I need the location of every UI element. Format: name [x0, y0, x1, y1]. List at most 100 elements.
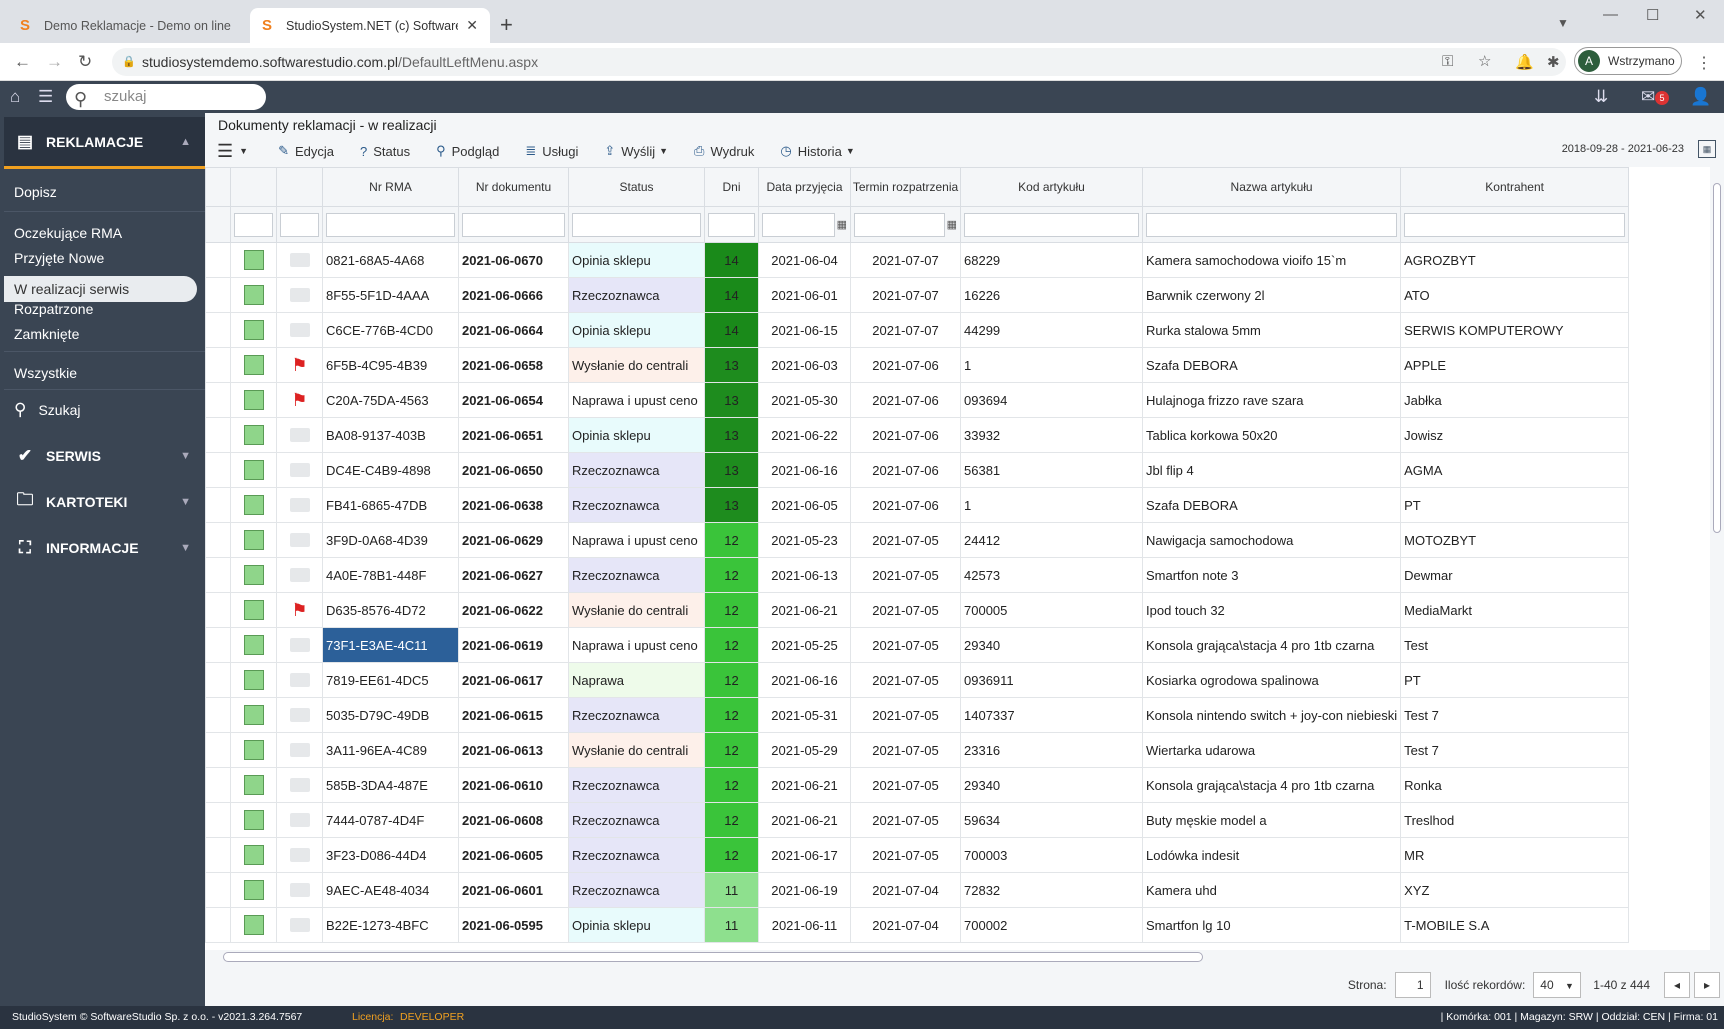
profile-button[interactable]: A Wstrzymano — [1574, 47, 1682, 75]
row-flag[interactable] — [276, 522, 323, 558]
row-flag[interactable] — [276, 802, 323, 838]
row-flag[interactable] — [276, 627, 323, 663]
blank-flag-icon[interactable] — [289, 253, 310, 267]
blank-flag-icon[interactable] — [289, 848, 310, 862]
filter-input-kontrahent[interactable] — [1404, 212, 1626, 237]
col-header-status[interactable]: Status — [568, 167, 705, 207]
status-checkbox[interactable] — [243, 565, 264, 585]
blank-flag-icon[interactable] — [289, 428, 310, 442]
table-row[interactable]: FB41-6865-47DB 2021-06-0638 Rzeczoznawca 13… — [205, 487, 1630, 523]
history-button[interactable]: ◷ Historia ▼ — [780, 143, 854, 159]
status-checkbox[interactable] — [243, 320, 264, 340]
row-checkbox[interactable] — [230, 242, 277, 278]
status-checkbox[interactable] — [243, 705, 264, 725]
row-flag[interactable] — [276, 312, 323, 348]
row-checkbox[interactable] — [230, 837, 277, 873]
filter-input-nr-dokumentu[interactable] — [462, 212, 565, 237]
status-checkbox[interactable] — [243, 670, 264, 690]
table-row[interactable]: 3A11-96EA-4C89 2021-06-0613 Wysłanie do ce… — [205, 732, 1630, 768]
blank-flag-icon[interactable] — [289, 708, 310, 722]
col-header-data-przyjecia[interactable]: Data przyjęcia — [758, 167, 851, 207]
table-row[interactable]: 7444-0787-4D4F 2021-06-0608 Rzeczoznawca 12… — [205, 802, 1630, 838]
forward-icon[interactable]: → — [46, 52, 63, 72]
row-flag[interactable] — [276, 487, 323, 523]
calendar-icon[interactable]: ▦ — [947, 218, 957, 231]
row-checkbox[interactable] — [230, 312, 277, 348]
blank-flag-icon[interactable] — [289, 638, 310, 652]
blank-flag-icon[interactable] — [289, 533, 310, 547]
status-checkbox[interactable] — [243, 880, 264, 900]
row-flag[interactable] — [276, 242, 323, 278]
sidebar-item-szukaj[interactable]: ⚲ Szukaj — [14, 400, 80, 420]
table-row[interactable]: ⚑ 6F5B-4C95-4B39 2021-06-0658 Wysłanie do c… — [205, 347, 1630, 383]
table-row[interactable]: 585B-3DA4-487E 2021-06-0610 Rzeczoznawca 12… — [205, 767, 1630, 803]
bell-icon[interactable]: 🔔 — [1515, 53, 1534, 71]
sidebar-item-zamkniete[interactable]: Zamknięte — [14, 326, 79, 342]
inbox-icon[interactable]: ⇊ — [1594, 87, 1608, 107]
filter-input-nr-rma[interactable] — [326, 212, 455, 237]
sidebar-item-dopisz[interactable]: Dopisz — [14, 184, 57, 200]
list-menu-icon[interactable]: ☰ — [38, 87, 53, 107]
col-header-nazwa[interactable]: Nazwa artykułu — [1141, 167, 1402, 207]
row-checkbox[interactable] — [230, 662, 277, 698]
row-flag[interactable] — [276, 452, 323, 488]
row-checkbox[interactable] — [230, 417, 277, 453]
row-checkbox[interactable] — [230, 872, 277, 908]
browser-tab[interactable]: S Demo Reklamacje - Demo on line — [8, 8, 248, 43]
new-tab-button[interactable]: + — [500, 12, 513, 38]
filter-input[interactable] — [234, 212, 273, 237]
row-checkbox[interactable] — [230, 557, 277, 593]
maximize-icon[interactable]: ☐ — [1646, 6, 1659, 24]
row-flag[interactable] — [276, 767, 323, 803]
blank-flag-icon[interactable] — [289, 463, 310, 477]
blank-flag-icon[interactable] — [289, 568, 310, 582]
row-flag[interactable] — [276, 907, 323, 943]
row-flag[interactable] — [276, 557, 323, 593]
status-checkbox[interactable] — [243, 775, 264, 795]
bookmark-star-icon[interactable]: ☆ — [1478, 48, 1491, 76]
status-checkbox[interactable] — [243, 845, 264, 865]
extensions-icon[interactable]: ✱ — [1547, 53, 1560, 71]
row-flag[interactable]: ⚑ — [276, 347, 323, 383]
status-checkbox[interactable] — [243, 740, 264, 760]
blank-flag-icon[interactable] — [289, 918, 310, 932]
status-checkbox[interactable] — [243, 635, 264, 655]
browser-tab-active[interactable]: S StudioSystem.NET (c) SoftwareStudio ✕ — [250, 8, 490, 43]
sidebar-item-przyjete[interactable]: Przyjęte Nowe — [14, 250, 104, 266]
table-row[interactable]: 3F23-D086-44D4 2021-06-0605 Rzeczoznawca 12… — [205, 837, 1630, 873]
browser-menu-icon[interactable]: ⋮ — [1696, 53, 1712, 73]
horizontal-scrollbar[interactable] — [205, 950, 1710, 964]
print-button[interactable]: ⎙ Wydruk — [694, 143, 754, 159]
minimize-icon[interactable]: — — [1603, 6, 1618, 23]
filter-input-data-przyjecia[interactable] — [762, 212, 835, 237]
status-checkbox[interactable] — [243, 390, 264, 410]
table-row[interactable]: 3F9D-0A68-4D39 2021-06-0629 Naprawa i upus… — [205, 522, 1630, 558]
row-checkbox[interactable] — [230, 347, 277, 383]
col-header-dni[interactable]: Dni — [704, 167, 759, 207]
row-checkbox[interactable] — [230, 277, 277, 313]
blank-flag-icon[interactable] — [289, 498, 310, 512]
row-flag[interactable] — [276, 732, 323, 768]
row-flag[interactable] — [276, 872, 323, 908]
row-flag[interactable]: ⚑ — [276, 592, 323, 628]
status-checkbox[interactable] — [243, 355, 264, 375]
sidebar-item-rozpatrzone[interactable]: Rozpatrzone — [14, 301, 93, 317]
row-checkbox[interactable] — [230, 732, 277, 768]
row-checkbox[interactable] — [230, 767, 277, 803]
row-flag[interactable] — [276, 417, 323, 453]
hamburger-menu-icon[interactable]: ☰ ▼ — [217, 141, 248, 162]
row-checkbox[interactable] — [230, 382, 277, 418]
table-row[interactable]: BA08-9137-403B 2021-06-0651 Opinia sklepu 1… — [205, 417, 1630, 453]
status-checkbox[interactable] — [243, 425, 264, 445]
col-header-termin[interactable]: Termin rozpatrzenia — [850, 167, 961, 207]
blank-flag-icon[interactable] — [289, 673, 310, 687]
row-checkbox[interactable] — [230, 452, 277, 488]
table-row[interactable]: 5035-D79C-49DB 2021-06-0615 Rzeczoznawca 12… — [205, 697, 1630, 733]
back-icon[interactable]: ← — [14, 52, 31, 72]
status-checkbox[interactable] — [243, 250, 264, 270]
status-checkbox[interactable] — [243, 810, 264, 830]
table-row[interactable]: 8F55-5F1D-4AAA 2021-06-0666 Rzeczoznawca 14… — [205, 277, 1630, 313]
table-row[interactable]: B22E-1273-4BFC 2021-06-0595 Opinia sklepu 1… — [205, 907, 1630, 943]
count-select[interactable]: 40 ▼ — [1533, 972, 1582, 998]
row-checkbox[interactable] — [230, 907, 277, 943]
